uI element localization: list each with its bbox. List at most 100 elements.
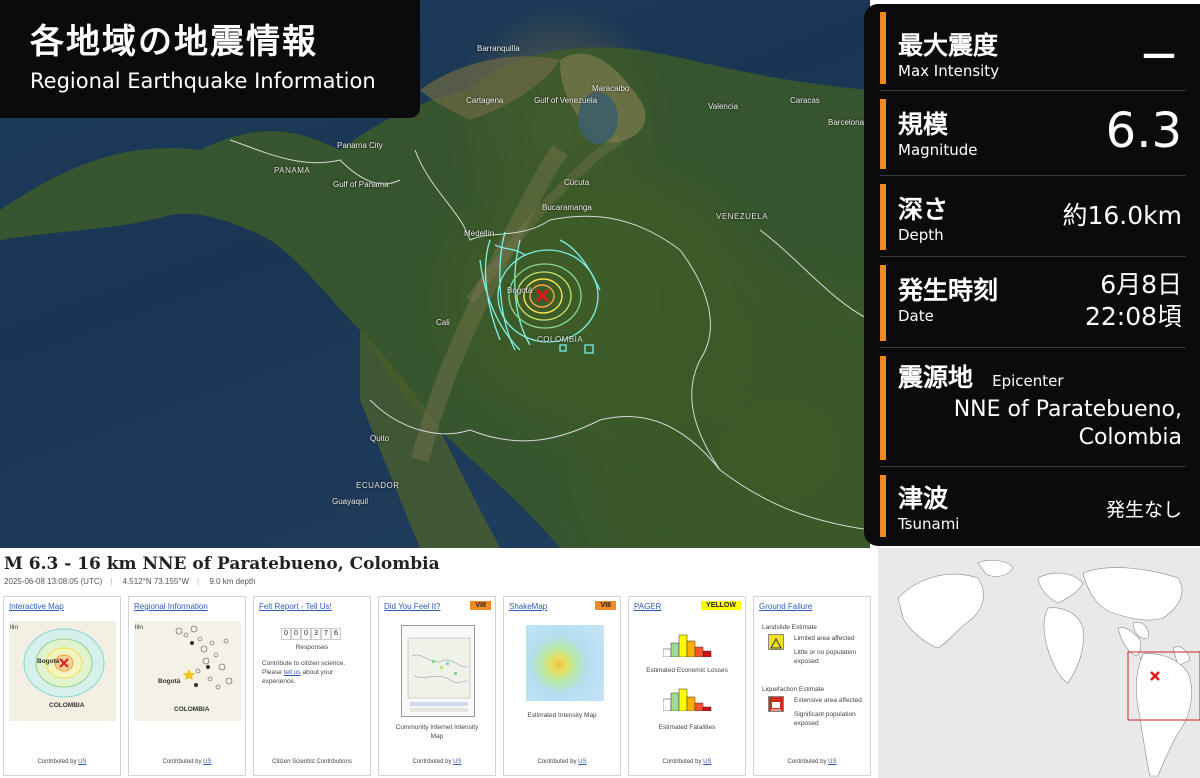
card-footer: Contributed by US [162, 759, 212, 765]
counter-digit: 7 [321, 628, 331, 640]
city-label: Valencia [708, 102, 739, 111]
world-map-graphic [897, 559, 1200, 777]
card-interactive-map[interactable]: Interactive Map llin Bogotá COLOMBIA Con… [3, 596, 121, 776]
divider: | [197, 577, 200, 586]
epicenter-header: 震源地 Epicenter [898, 356, 1186, 394]
landslide-title: Landslide Estimate [762, 624, 817, 631]
city-label: Caracas [790, 96, 820, 105]
date-value: 6月8日 22:08頃 [1085, 269, 1182, 333]
usgs-event-page: M 6.3 - 16 km NNE of Paratebueno, Colomb… [0, 548, 878, 778]
epicenter-label-en: Epicenter [992, 372, 1064, 390]
max-intensity-row: 最大震度 Max Intensity — [880, 12, 1186, 84]
country-label: PANAMA [274, 166, 311, 175]
tsunami-row: 津波 Tsunami 発生なし [880, 475, 1186, 537]
alert-badge: YELLOW [701, 601, 741, 610]
city-label: Barranquilla [477, 44, 520, 53]
city-label: Bucaramanga [542, 203, 592, 212]
landslide-detail: Limited area affected Little or no popul… [794, 635, 857, 666]
map-city-label: Bogotá [158, 678, 181, 685]
separator [880, 466, 1186, 467]
counter-digit: 0 [291, 628, 301, 640]
separator [880, 175, 1186, 176]
card-did-you-feel-it[interactable]: Did You Feel It? VIII Community Internet… [378, 596, 496, 776]
footer-link[interactable]: US [578, 759, 586, 765]
event-datetime: 2025-06-08 13:08:05 (UTC) [4, 577, 103, 586]
dyfi-caption: Community Internet Intensity Map [395, 724, 479, 741]
event-title: M 6.3 - 16 km NNE of Paratebueno, Colomb… [4, 554, 440, 574]
card-footer: Contributed by US [537, 759, 587, 765]
footer-link[interactable]: US [453, 759, 461, 765]
felt-text-1: Contribute to citizen science. [262, 660, 346, 667]
world-locator-map[interactable] [878, 548, 1200, 778]
intensity-badge: VIII [595, 601, 616, 610]
title-box: 各地域の地震情報 Regional Earthquake Information [0, 0, 420, 118]
card-title-link[interactable]: PAGER [634, 602, 661, 611]
card-title-link[interactable]: Did You Feel It? [384, 602, 440, 611]
footer-link[interactable]: US [703, 759, 711, 765]
separator [880, 347, 1186, 348]
footer-link[interactable]: US [828, 759, 836, 765]
epicenter-value-line2: Colombia [1078, 425, 1182, 450]
country-label: COLOMBIA [537, 335, 584, 344]
city-label: Cartagena [466, 96, 504, 105]
page-subtitle: Regional Earthquake Information [30, 69, 376, 93]
city-label: Cali [436, 318, 450, 327]
city-label: Maracaibo [592, 84, 630, 93]
counter-digit: 0 [301, 628, 311, 640]
date-value-time: 22:08頃 [1084, 302, 1182, 331]
counter-digit: 6 [331, 628, 341, 640]
counter-digit: 0 [281, 628, 291, 640]
card-ground-failure[interactable]: Ground Failure Landslide Estimate Limite… [753, 596, 871, 776]
landslide-icon [768, 634, 784, 650]
city-label: Bogotá [507, 286, 533, 295]
map-city-label: llin [10, 624, 18, 631]
card-title-link[interactable]: ShakeMap [509, 602, 547, 611]
separator [880, 90, 1186, 91]
city-label: Barcelona [828, 118, 865, 127]
card-shakemap[interactable]: ShakeMap VIII Estimated Intensity Map Co… [503, 596, 621, 776]
city-label: Quito [370, 434, 390, 443]
date-value-day: 6月8日 [1100, 270, 1182, 299]
card-title-link[interactable]: Ground Failure [759, 602, 812, 611]
liquefaction-detail: Extensive area affected Significant popu… [794, 697, 862, 728]
tell-us-link[interactable]: tell us [284, 669, 301, 676]
city-label: Medellín [464, 229, 495, 238]
info-panel: 最大震度 Max Intensity — 規模 Magnitude 6.3 深さ… [864, 4, 1200, 546]
liquefaction-title: Liquefaction Estimate [762, 686, 825, 693]
counter-digit: 3 [311, 628, 321, 640]
dyfi-map-graphic [407, 637, 471, 712]
city-label: Panama City [337, 141, 383, 150]
map-city-label: Bogotá [37, 658, 60, 665]
card-title-link[interactable]: Interactive Map [9, 602, 64, 611]
footer-link[interactable]: US [78, 759, 86, 765]
map-feature-label: Gulf of Venezuela [534, 96, 598, 105]
country-label: VENEZUELA [716, 212, 769, 221]
pager-caption-fatalities: Estimated Fatalities [658, 724, 716, 731]
epicenter-label: 震源地 [898, 363, 974, 392]
landslide-icon-glyph [770, 637, 782, 649]
country-label: ECUADOR [356, 481, 400, 490]
card-footer: Citizen Scientist Contributions [272, 759, 352, 765]
city-label: Guayaquil [332, 497, 369, 506]
liquefaction-icon [768, 696, 784, 712]
regional-map-thumb: llin Bogotá COLOMBIA [134, 621, 241, 721]
city-label: Cúcuta [564, 178, 590, 187]
footer-link[interactable]: US [203, 759, 211, 765]
map-country-label: COLOMBIA [174, 706, 210, 713]
magnitude-value: 6.3 [1105, 103, 1182, 159]
depth-value: 約16.0km [1062, 201, 1183, 230]
card-title-link[interactable]: Regional Information [134, 602, 208, 611]
card-pager[interactable]: PAGER YELLOW Estimated Economic Losses E… [628, 596, 746, 776]
economic-losses-histogram [663, 634, 712, 657]
card-felt-report[interactable]: Felt Report - Tell Us! 0 0 0 3 7 6 Respo… [253, 596, 371, 776]
separator [880, 256, 1186, 257]
felt-text-2: Please tell us about your [262, 669, 334, 676]
interactive-map-thumb: llin Bogotá COLOMBIA [9, 621, 116, 721]
epicenter-row: 震源地 Epicenter NNE of Paratebueno, Colomb… [880, 356, 1186, 460]
card-footer: Contributed by US [37, 759, 87, 765]
event-coords: 4.512°N 73.155°W [122, 577, 190, 586]
card-title-link[interactable]: Felt Report - Tell Us! [259, 602, 332, 611]
map-city-label: llin [135, 624, 143, 631]
card-regional-information[interactable]: Regional Information llin Bogotá COLOMBI… [128, 596, 246, 776]
response-counter: 0 0 0 3 7 6 [281, 628, 341, 640]
